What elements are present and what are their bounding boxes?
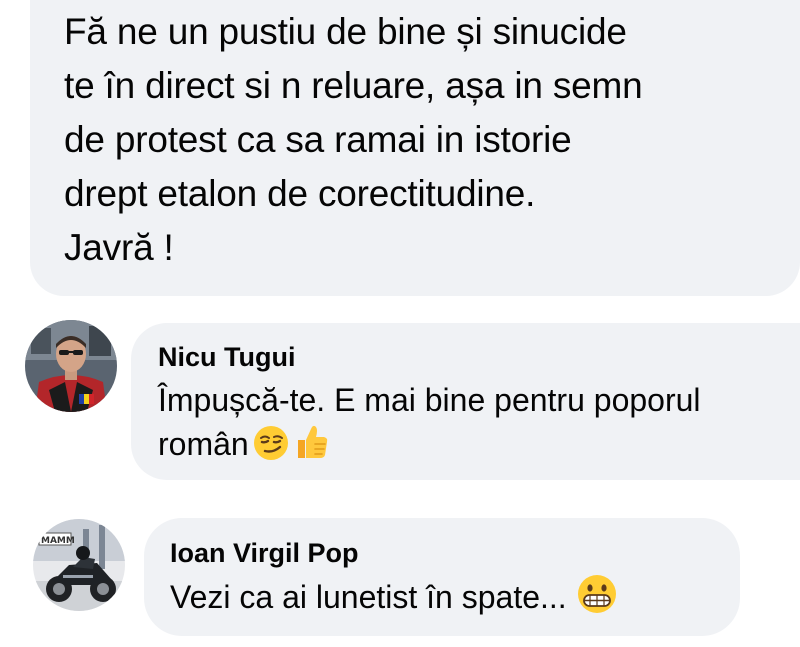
comment-text-line: drept etalon de corectitudine. — [64, 173, 536, 214]
comment-bubble: Ioan Virgil Pop Vezi ca ai lunetist în s… — [144, 518, 740, 636]
comment-thread: Fă ne un pustiu de bine și sinucide te î… — [0, 0, 800, 647]
grimacing-face-icon — [577, 574, 617, 614]
comment-text-line: Fă ne un pustiu de bine și sinucide — [64, 11, 627, 52]
comment-text-fragment: Vezi ca ai lunetist în spate... — [170, 579, 567, 615]
comment-text-fragment: român — [158, 426, 249, 462]
comment-text-line: Javră ! — [64, 227, 174, 268]
smirking-face-icon — [253, 425, 289, 461]
comment-text-line: de protest ca sa ramai in istorie — [64, 119, 572, 160]
comment-bubble-top: Fă ne un pustiu de bine și sinucide te î… — [30, 0, 800, 296]
thumbs-up-icon — [293, 423, 329, 461]
comment-author[interactable]: Nicu Tugui — [158, 340, 791, 374]
avatar-sign-text: MAMM — [41, 536, 75, 546]
avatar-nicu-tugui[interactable] — [25, 320, 117, 412]
comment-text-line: te în direct si n reluare, așa in semn — [64, 65, 643, 106]
avatar-ioan-virgil-pop[interactable]: MAMM — [33, 519, 125, 611]
comment-author[interactable]: Ioan Virgil Pop — [170, 536, 720, 570]
comment-text-line: român — [158, 422, 791, 466]
comment-bubble: Nicu Tugui Împușcă-te. E mai bine pentru… — [131, 323, 800, 480]
comment-text-line: Vezi ca ai lunetist în spate... — [170, 574, 720, 619]
comment-text-line: Împușcă-te. E mai bine pentru poporul — [158, 382, 701, 418]
